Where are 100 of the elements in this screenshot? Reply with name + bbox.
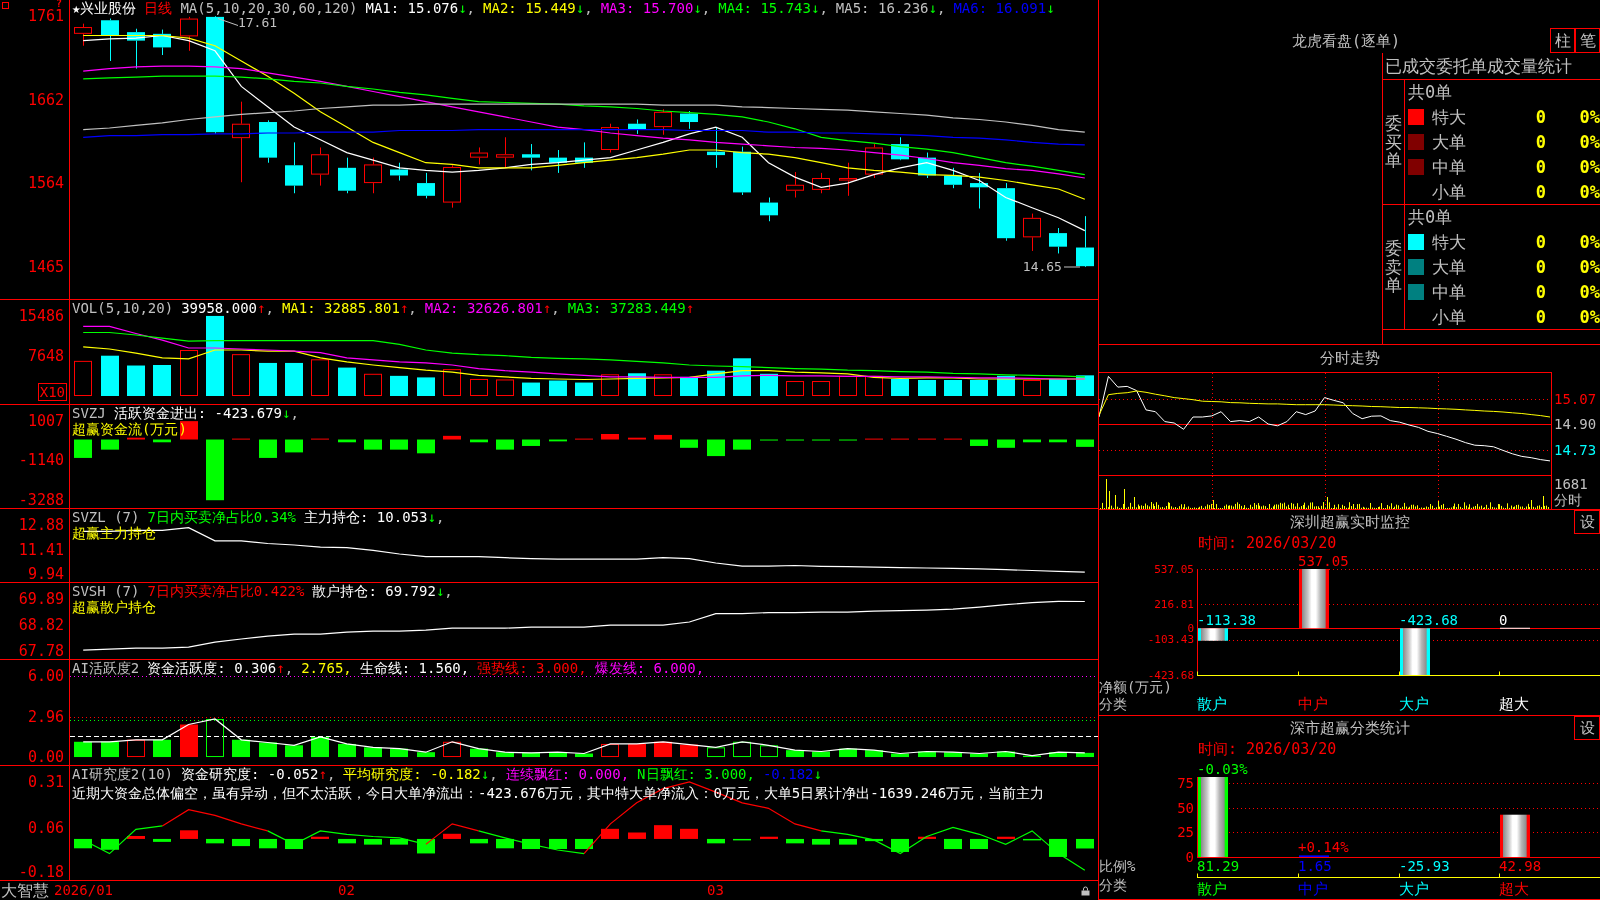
chart-bar [786,381,804,396]
chart-bar [522,752,540,758]
axis-label: 216.81 [1154,598,1194,610]
order-type-label: 特大 [1432,106,1466,129]
chart-bar [259,838,277,849]
order-share: 0% [1579,131,1600,153]
chart-bar [654,741,672,758]
chart-bar [311,836,329,839]
data-label: -113.38 [1197,612,1256,629]
chart-bar [206,719,224,758]
legend-item: VOL(5,10,20) [72,300,174,316]
chart-bar [1023,439,1041,443]
chart-bar [417,439,435,454]
chart-bar [1023,838,1041,841]
axis-caption: 分时 [1554,492,1582,508]
chart-bar [338,439,356,443]
chart-bar [417,752,435,758]
legend-item: -0.182↓ [762,766,822,782]
chart-bar [997,439,1015,448]
axis-label: 15.07 [1554,390,1597,407]
settings-button[interactable]: 设 [1574,716,1600,740]
axis-label: 0 [1187,622,1194,634]
chart-bar [891,838,909,852]
leader-line [217,17,238,28]
legend-item: MA3: 15.700↓, [600,0,711,16]
leader-line [1061,266,1082,268]
axis-label: 15486 [18,308,64,324]
chart-bar [839,748,857,758]
order-count: 0 [1535,280,1546,303]
order-share: 0% [1579,256,1600,278]
chart-bar [970,439,988,446]
chart-bar [1299,569,1329,629]
data-label: 0 [1499,612,1508,629]
order-share: 0% [1579,305,1600,328]
order-type-label: 中单 [1432,155,1466,178]
chart-bar [654,434,672,440]
chart-bar [575,382,593,396]
chart-bar [891,753,909,758]
panel-title: 深市超赢分类统计 [1289,718,1410,739]
data-label: 1.65 [1298,858,1332,874]
chart-bar [74,360,92,396]
chart-bar [364,373,382,396]
legend-item: 资金研究度: -0.052↑, [181,766,336,782]
axis-label: -0.18 [18,864,64,880]
chart-bar [1076,375,1094,396]
legend-item: MA2: 32626.801↑, [424,300,560,316]
chart-bar [127,739,145,758]
chart-bar [522,382,540,396]
chart-bar [654,374,672,396]
order-type-label: 小单 [1432,305,1466,328]
chart-bar [601,374,619,396]
category-label: 超大 [1499,881,1529,897]
chart-bar [601,434,619,440]
chart-bar [180,830,198,839]
chart-bar [364,439,382,450]
legend-item: N日飘红: 3.000, [637,766,755,782]
chart-bar [127,836,145,839]
axis-title: 比例% [1099,858,1136,874]
time-label: 时间: 2026/03/20 [1198,534,1337,553]
view-button[interactable]: 柱 [1550,28,1575,53]
legend-item: 连续飘红: 0.000, [505,766,630,782]
axis-label: 1761 [27,8,64,24]
chart-bar [74,439,92,458]
legend-item: SVSH (7) [72,583,140,599]
chart-bar [680,439,698,448]
chart-bar [918,836,936,839]
panel-title: 深圳超赢实时监控 [1289,512,1410,533]
axis-label: 50 [1177,799,1194,816]
axis-label: -1140 [18,452,64,469]
chart-bar [812,838,830,845]
category-label: 中户 [1298,881,1328,897]
axis-label: -3288 [18,492,64,508]
legend-item: 平均研究度: -0.182↓, [343,766,498,782]
chart-bar [443,435,461,440]
chart-bar [417,838,435,854]
legend-item: SVZJ [72,405,106,421]
chart-bar [733,741,751,758]
chart-bar [970,380,988,396]
candlestick [101,18,119,62]
chart-bar [74,838,92,849]
chart-bar [496,752,514,758]
chart-bar [918,380,936,396]
category-label: 散户 [1197,696,1227,712]
settings-button[interactable]: 设 [1574,510,1600,534]
view-button[interactable]: 笔 [1575,28,1600,53]
category-label: 大户 [1399,881,1429,897]
chart-bar [865,375,883,396]
chart-bar [628,437,646,440]
time-label: 时间: 2026/03/20 [1198,740,1337,759]
square-icon [2,2,9,9]
chart-bar [390,748,408,758]
order-share: 0% [1579,155,1600,178]
chart-bar [1076,752,1094,758]
group-label: 委买单 [1385,113,1402,171]
chart-bar [1023,380,1041,396]
chart-bar [970,753,988,758]
axis-label: 67.78 [18,643,64,659]
axis-label: -103.43 [1147,634,1194,646]
chart-bar [786,750,804,758]
axis-label: 0.06 [27,819,64,836]
